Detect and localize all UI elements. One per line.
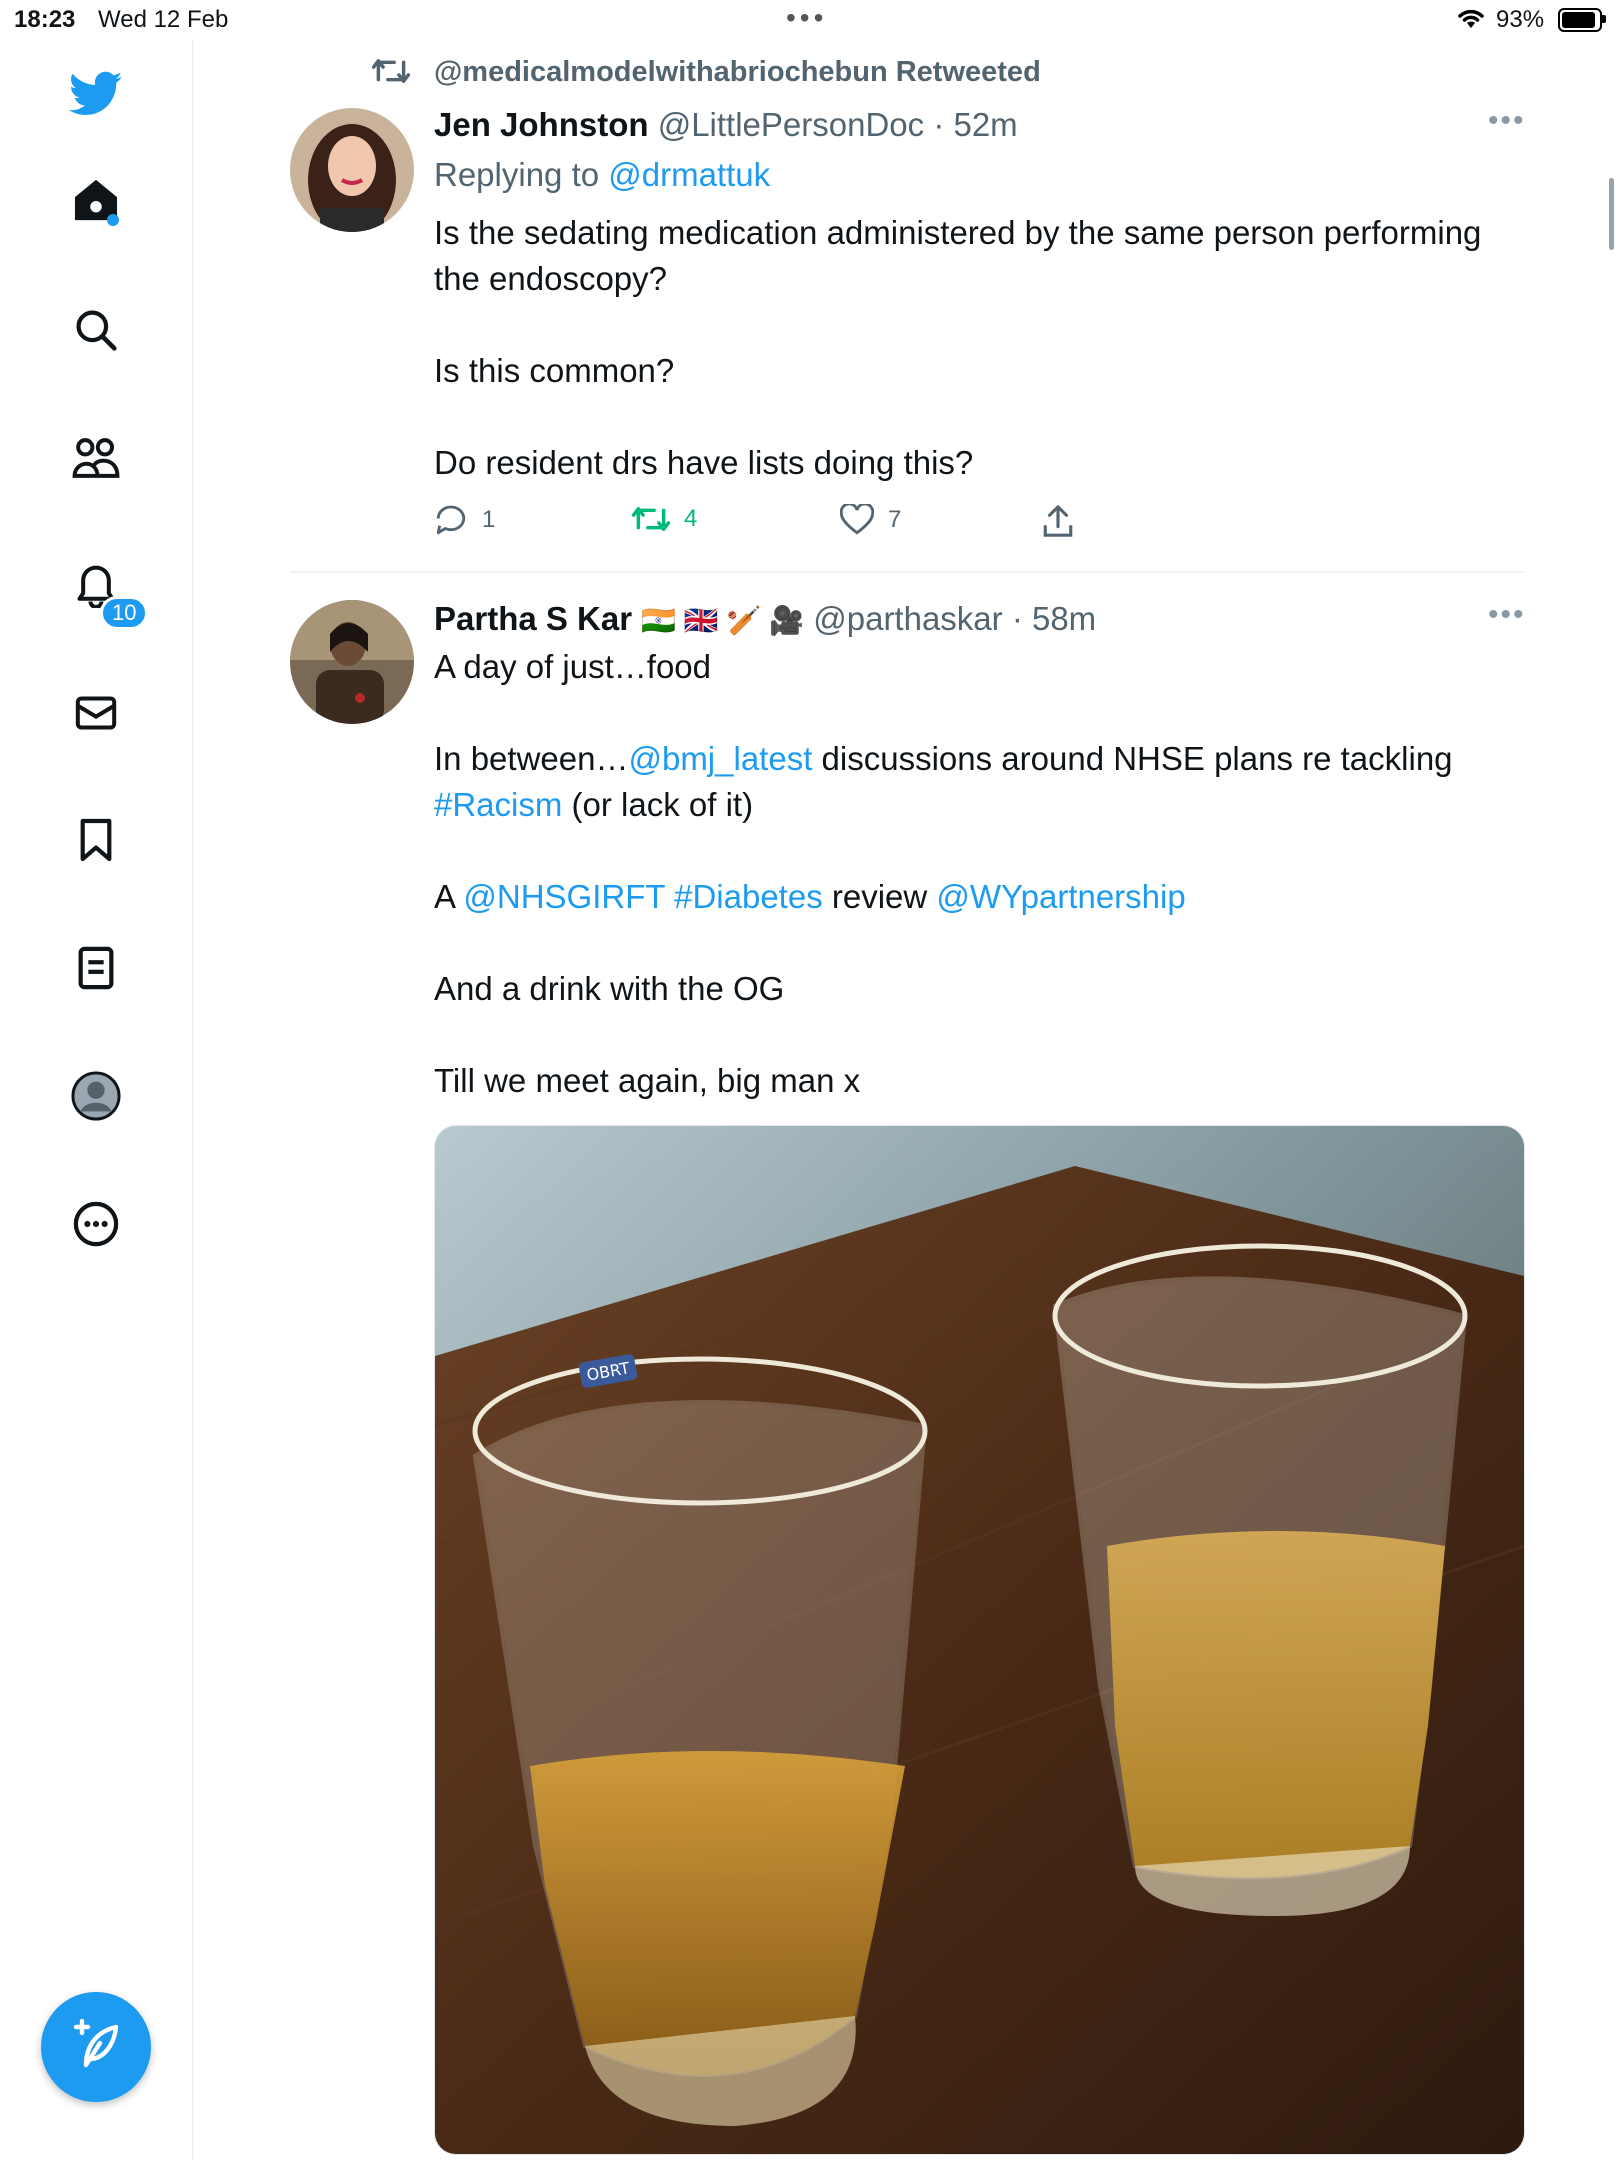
mention-link[interactable]: @WYpartnership: [936, 878, 1185, 915]
notifications-badge: 10: [100, 596, 149, 630]
profile-avatar-icon: [71, 1070, 121, 1126]
tweet1-reply-count: 1: [482, 506, 496, 533]
status-date: Wed 12 Feb: [98, 6, 229, 33]
tweet2-line: A day of just…food: [434, 648, 712, 685]
hashtag-link[interactable]: #Diabetes: [674, 878, 823, 915]
tweet2-name-emojis: 🇮🇳 🇬🇧 🏏 🎥: [641, 605, 805, 636]
nav-home[interactable]: [60, 166, 132, 238]
tweet1-header: Jen Johnston @LittlePersonDoc · 52m: [434, 102, 1018, 148]
tweet1-body: Is the sedating medication administered …: [434, 210, 1534, 486]
search-icon: [74, 308, 118, 357]
tweet2-body: A day of just…food In between…@bmj_lates…: [434, 644, 1534, 1104]
battery-level-fill: [1562, 12, 1595, 28]
status-time: 18:23: [14, 6, 76, 33]
text-span: A: [434, 878, 464, 915]
compose-feather-icon: [70, 2018, 122, 2076]
tweet1-retweet-count: 4: [684, 505, 698, 532]
nav-lists[interactable]: [60, 934, 132, 1006]
tweet1-handle-time[interactable]: @LittlePersonDoc · 52m: [658, 106, 1018, 143]
mention-link[interactable]: @bmj_latest: [628, 740, 812, 777]
tweet-divider: [290, 571, 1523, 573]
home-unread-dot: [107, 214, 119, 226]
tweet1-retweet-button[interactable]: 4: [632, 504, 697, 534]
tweet2-line: Till we meet again, big man x: [434, 1062, 861, 1099]
envelope-icon: [74, 693, 118, 738]
text-span: review: [822, 878, 937, 915]
hashtag-link[interactable]: #Racism: [434, 786, 562, 823]
tweet1-line: Is this common?: [434, 352, 675, 389]
communities-icon: [71, 436, 121, 485]
tweet2-author-name[interactable]: Partha S Kar: [434, 600, 632, 637]
lists-icon: [76, 945, 116, 996]
more-circle-icon: [73, 1201, 119, 1252]
twitter-logo-icon[interactable]: [60, 58, 132, 130]
text-span: discussions around NHSE plans re tacklin…: [812, 740, 1453, 777]
battery-percent: 93%: [1496, 6, 1545, 33]
sidebar-nav: 10: [0, 40, 193, 2160]
bookmark-icon: [77, 817, 115, 868]
replying-prefix: Replying to: [434, 156, 600, 193]
nav-bookmarks[interactable]: [60, 806, 132, 878]
text-span: In between…: [434, 740, 629, 777]
tweet1-line: the endoscopy?: [434, 260, 668, 297]
share-icon: [1043, 505, 1073, 537]
tweet2-photo[interactable]: OBRT: [434, 1125, 1525, 2155]
nav-communities[interactable]: [60, 424, 132, 496]
tweet2-more-icon[interactable]: •••: [1488, 598, 1526, 632]
tweet2-line: And a drink with the OG: [434, 970, 785, 1007]
text-span: (or lack of it): [562, 786, 754, 823]
retweet-context[interactable]: @medicalmodelwithabriochebun Retweeted: [434, 56, 1041, 89]
tweet1-line: Is the sedating medication administered …: [434, 214, 1482, 251]
nav-more[interactable]: [60, 1190, 132, 1262]
heart-icon: [840, 504, 874, 535]
battery-icon: [1558, 8, 1602, 32]
tweet1-line: Do resident drs have lists doing this?: [434, 444, 974, 481]
mention-link[interactable]: @NHSGIRFT: [463, 878, 665, 915]
avatar-jen-johnston[interactable]: [290, 108, 414, 232]
tweet2-header: Partha S Kar 🇮🇳 🇬🇧 🏏 🎥 @parthaskar · 58m: [434, 596, 1096, 644]
nav-profile[interactable]: [60, 1062, 132, 1134]
tweet1-like-count: 7: [888, 506, 902, 533]
tweet1-replying-to: Replying to @drmattuk: [434, 152, 770, 198]
tweet2-paragraph: In between…@bmj_latest discussions aroun…: [434, 736, 1534, 828]
multitasking-dots-icon[interactable]: •••: [786, 2, 827, 34]
wifi-icon: [1456, 6, 1486, 37]
replying-handle-link[interactable]: @drmattuk: [608, 156, 770, 193]
reply-icon: [436, 505, 466, 535]
tweet1-share-button[interactable]: [1042, 504, 1074, 538]
tweet1-reply-button[interactable]: 1: [434, 504, 495, 536]
tweet1-more-icon[interactable]: •••: [1488, 104, 1526, 138]
retweet-icon: [371, 56, 411, 91]
tweet2-paragraph: A @NHSGIRFT #Diabetes review @WYpartners…: [434, 874, 1534, 920]
nav-messages[interactable]: [60, 679, 132, 751]
retweet-icon: [632, 507, 670, 531]
tweet2-handle-time[interactable]: @parthaskar · 58m: [813, 600, 1096, 637]
status-bar: 18:23 Wed 12 Feb ••• 93%: [0, 0, 1620, 40]
nav-search[interactable]: [60, 296, 132, 368]
battery-tip: [1602, 15, 1606, 23]
scrollbar[interactable]: [1609, 178, 1614, 250]
tweet1-like-button[interactable]: 7: [840, 504, 901, 536]
compose-tweet-button[interactable]: [41, 1992, 151, 2102]
avatar-partha-s-kar[interactable]: [290, 600, 414, 724]
tweet1-author-name[interactable]: Jen Johnston: [434, 106, 649, 143]
